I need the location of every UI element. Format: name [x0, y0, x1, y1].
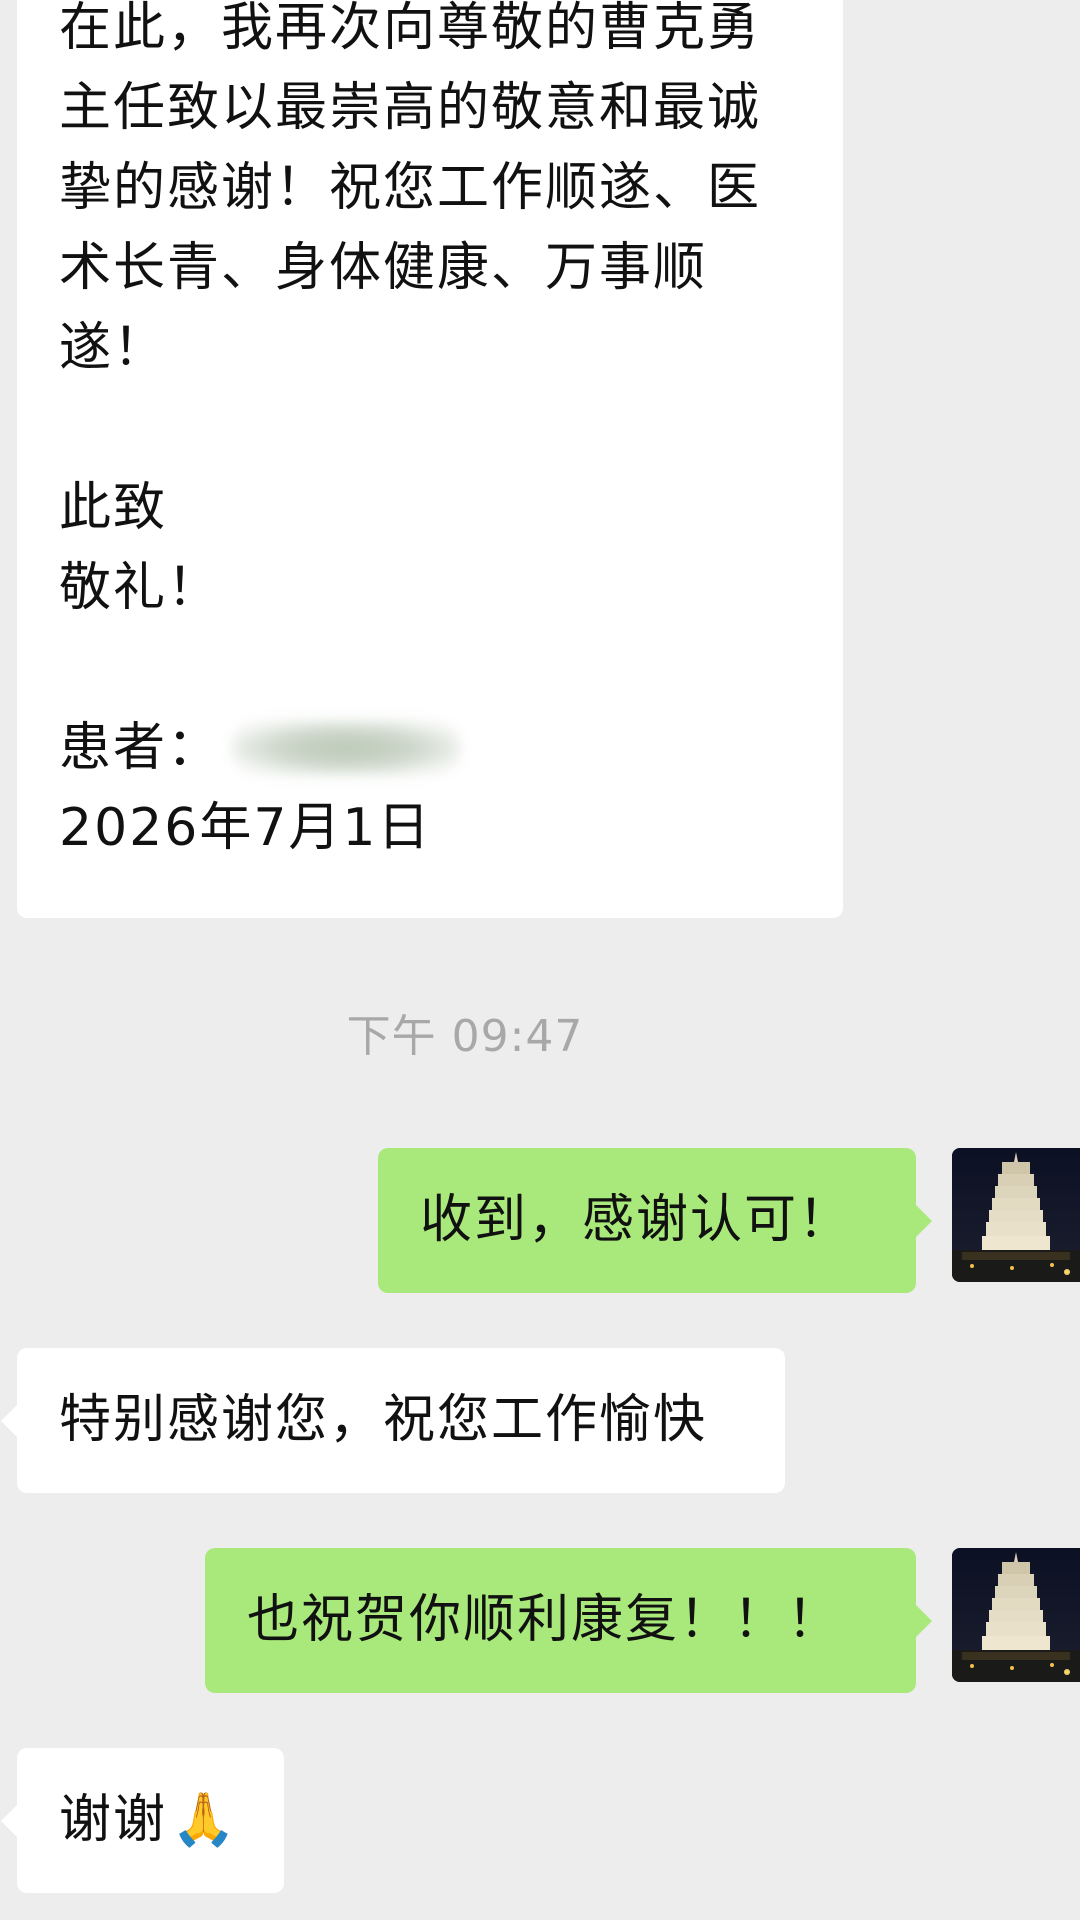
letter-closing: 此致 [59, 478, 168, 538]
letter-closing: 敬礼！ [59, 558, 222, 618]
chat-history[interactable]: 在此，我再次向尊敬的曹克勇 主任致以最崇高的敬意和最诚 挚的感谢！祝您工作顺遂、… [0, 0, 1080, 1920]
praying-hands-icon: 🙏 [171, 1790, 238, 1850]
message-bubble-incoming[interactable]: 特别感谢您，祝您工作愉快 [1, 1348, 785, 1493]
letter-line: 挚的感谢！祝您工作顺遂、医 [59, 158, 762, 218]
pagoda-night-avatar-icon[interactable] [952, 1548, 1080, 1682]
letter-date: 2026年7月1日 [59, 798, 432, 858]
pagoda-night-avatar-icon[interactable] [952, 1148, 1080, 1282]
letter-signature: 患者： [59, 708, 813, 788]
message-bubble-outgoing[interactable]: 收到，感谢认可！ [378, 1148, 932, 1293]
message-text: 谢谢 [59, 1790, 168, 1850]
message-bubble-letter[interactable]: 在此，我再次向尊敬的曹克勇 主任致以最崇高的敬意和最诚 挚的感谢！祝您工作顺遂、… [17, 0, 843, 918]
letter-line: 主任致以最崇高的敬意和最诚 [59, 78, 762, 138]
letter-line: 在此，我再次向尊敬的曹克勇 [59, 0, 762, 58]
letter-line: 遂！ [59, 318, 168, 378]
redacted-name-blur [231, 720, 462, 776]
letter-line: 术长青、身体健康、万事顺 [59, 238, 708, 298]
message-text: 也祝贺你顺利康复！！！ [247, 1590, 842, 1650]
message-bubble-incoming[interactable]: 谢谢🙏 [1, 1748, 284, 1893]
avatar-image [952, 1148, 1080, 1282]
avatar-image [952, 1548, 1080, 1682]
message-text: 特别感谢您，祝您工作愉快 [59, 1390, 708, 1450]
signature-label: 患者： [59, 718, 222, 778]
message-bubble-outgoing[interactable]: 也祝贺你顺利康复！！！ [205, 1548, 932, 1693]
message-timestamp: 下午 09:47 [346, 1011, 584, 1062]
message-text: 收到，感谢认可！ [420, 1190, 853, 1250]
